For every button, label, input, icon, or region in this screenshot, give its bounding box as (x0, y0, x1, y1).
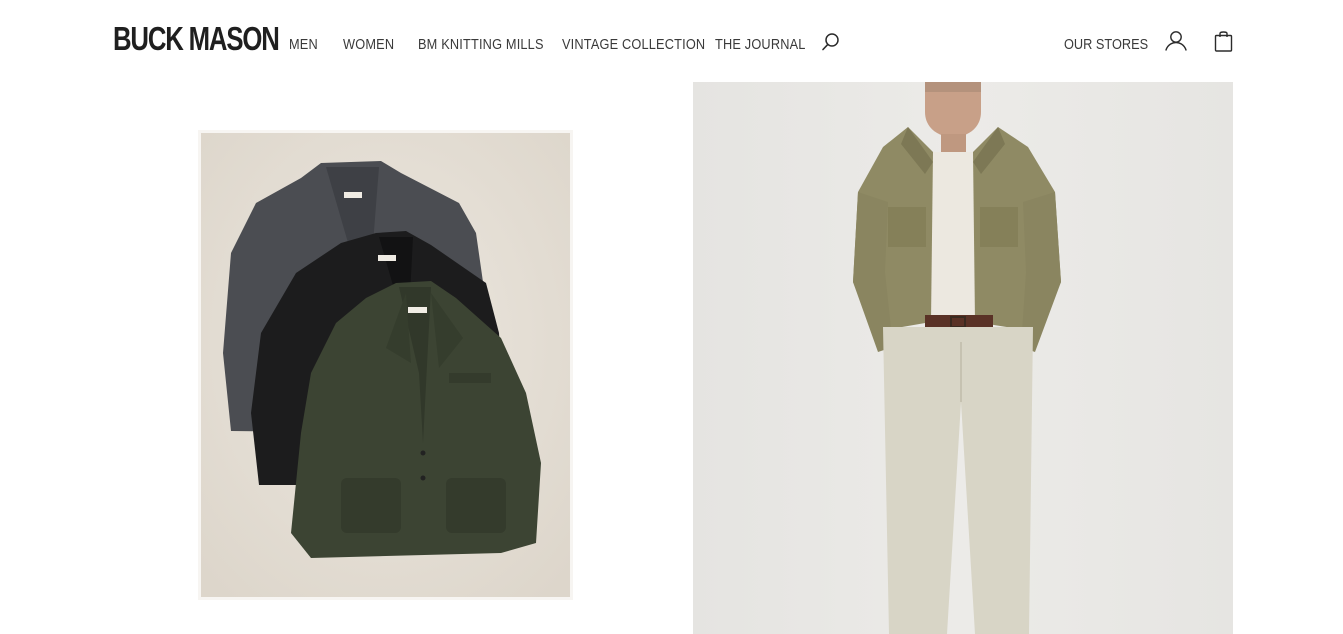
nav-item-vintage-collection[interactable]: VINTAGE COLLECTION (562, 37, 705, 53)
nav-item-bm-knitting-mills[interactable]: BM KNITTING MILLS (418, 37, 545, 53)
search-icon[interactable] (821, 31, 841, 53)
brand-logo[interactable]: BUCK MASON (113, 20, 280, 58)
our-stores-link[interactable]: OUR STORES (1064, 37, 1148, 53)
user-icon[interactable] (1164, 29, 1187, 53)
nav-item-men[interactable]: MEN (289, 37, 337, 53)
nav-item-the-journal[interactable]: THE JOURNAL (715, 37, 805, 53)
product-image-model-overshirt[interactable] (693, 82, 1233, 634)
model-illustration (853, 82, 1061, 634)
jackets-illustration (201, 133, 570, 597)
main-nav: MEN WOMEN BM KNITTING MILLS VINTAGE COLL… (289, 37, 805, 53)
nav-item-women[interactable]: WOMEN (343, 37, 409, 53)
flatlay-background (201, 133, 570, 597)
shopping-bag-icon[interactable] (1213, 29, 1234, 53)
site-header: BUCK MASON MEN WOMEN BM KNITTING MILLS V… (0, 0, 1343, 82)
product-image-knit-blazers[interactable] (198, 130, 573, 600)
